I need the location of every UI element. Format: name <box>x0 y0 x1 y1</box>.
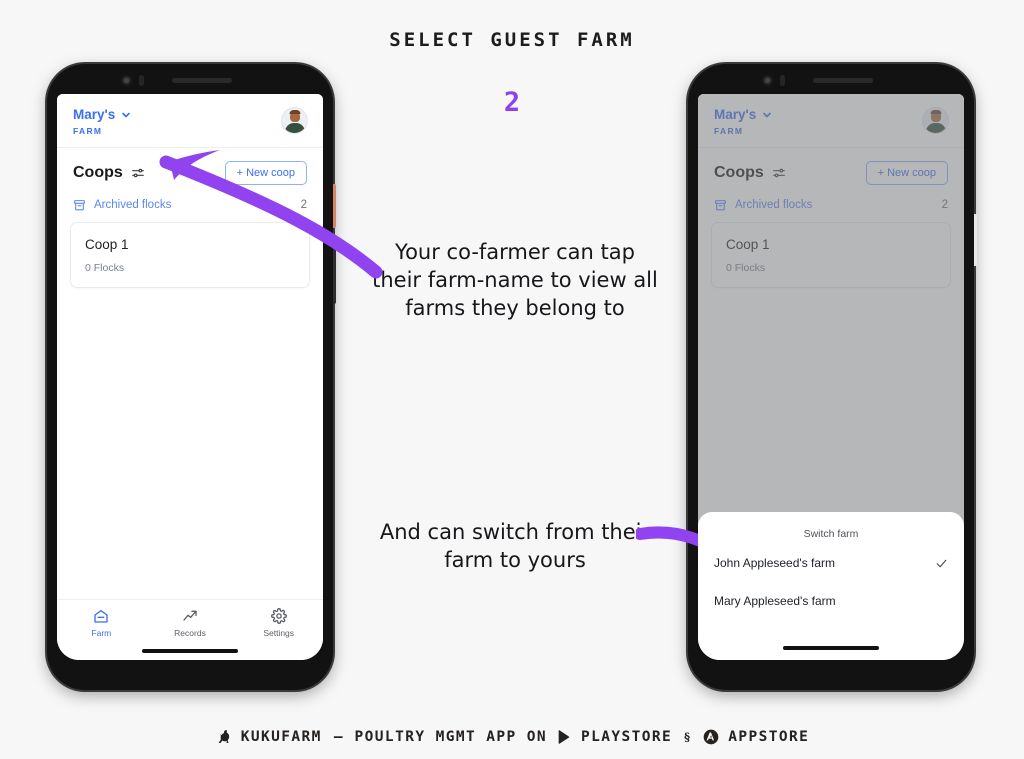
nav-item-records[interactable]: Records <box>146 608 235 638</box>
sheet-item-label: Mary Appleseed's farm <box>714 594 836 608</box>
volume-button[interactable] <box>333 236 336 304</box>
chicken-icon <box>218 730 229 743</box>
power-button[interactable] <box>974 214 977 266</box>
phone-bezel-top <box>47 64 333 94</box>
trending-up-icon <box>183 610 197 621</box>
switch-farm-sheet: Switch farm John Appleseed's farm Mary A… <box>698 512 964 660</box>
archived-flocks-count: 2 <box>300 199 307 212</box>
farm-subtitle-label: FARM <box>73 125 103 136</box>
nav-item-settings[interactable]: Settings <box>234 608 323 638</box>
chevron-down-icon <box>122 113 131 118</box>
front-camera-icon <box>121 75 132 86</box>
footer-appstore[interactable]: APPSTORE <box>728 729 809 745</box>
nav-label-records: Records <box>174 628 206 638</box>
list-item[interactable]: Coop 1 0 Flocks <box>70 221 310 288</box>
avatar-hair <box>289 110 300 114</box>
archived-flocks-label: Archived flocks <box>94 199 172 212</box>
nav-item-farm[interactable]: Farm <box>57 608 146 638</box>
nav-label-settings: Settings <box>263 628 295 638</box>
phone-mockup-left: Mary's FARM Coops + New coop Archived fl… <box>47 64 336 690</box>
sheet-item-mary[interactable]: Mary Appleseed's farm <box>698 582 964 620</box>
footer-brand: KUKUFARM <box>240 728 322 745</box>
phone-bezel-top <box>688 64 974 94</box>
front-camera-icon <box>762 75 773 86</box>
sheet-item-john[interactable]: John Appleseed's farm <box>698 544 964 582</box>
annotation-text-1: Your co-farmer can tap their farm-name t… <box>372 240 658 321</box>
sheet-item-label: John Appleseed's farm <box>714 556 836 570</box>
power-button[interactable] <box>333 184 336 228</box>
app-store-icon[interactable] <box>703 729 719 745</box>
footer-dash: — <box>333 728 343 745</box>
footer-tagline: POULTRY MGMT APP ON <box>354 728 548 745</box>
coops-title: Coops <box>73 163 123 181</box>
phone-screen-left: Mary's FARM Coops + New coop Archived fl… <box>57 94 323 660</box>
earpiece-speaker-icon <box>172 78 232 83</box>
coop-name: Coop 1 <box>85 236 129 252</box>
phone-screen-right: Mary's FARM Coops + New coop <box>698 94 964 660</box>
sheet-title: Switch farm <box>803 528 859 540</box>
coop-flock-count: 0 Flocks <box>85 261 125 274</box>
coop-list: Coop 1 0 Flocks <box>57 221 323 288</box>
check-icon <box>936 559 947 567</box>
coops-section-header: Coops + New coop <box>57 148 323 193</box>
archived-flocks-row[interactable]: Archived flocks 2 <box>57 193 323 222</box>
avatar-body <box>284 123 305 133</box>
avatar[interactable] <box>282 108 307 133</box>
tune-sliders-icon[interactable] <box>131 166 145 180</box>
svg-text:§: § <box>684 729 691 743</box>
annotation-text-2: And can switch from their farm to yours <box>379 520 651 573</box>
bottom-navigation: Farm Records Settings <box>57 599 323 642</box>
google-play-icon[interactable] <box>556 729 572 745</box>
home-indicator <box>698 642 964 660</box>
archive-box-icon <box>74 199 85 211</box>
footer: KUKUFARM — POULTRY MGMT APP ON PLAYSTORE… <box>0 728 1024 745</box>
nav-label-farm: Farm <box>91 628 112 638</box>
app-ui-left: Mary's FARM Coops + New coop Archived fl… <box>57 94 323 660</box>
new-coop-button[interactable]: + New coop <box>224 160 307 185</box>
footer-playstore[interactable]: PLAYSTORE <box>581 729 672 745</box>
farm-switcher-button[interactable]: Mary's FARM <box>73 107 132 136</box>
earpiece-speaker-icon <box>813 78 873 83</box>
section-sign-icon: § <box>684 729 691 743</box>
app-header: Mary's FARM <box>57 94 323 147</box>
gear-icon <box>270 608 287 624</box>
phone-mockup-right: Mary's FARM Coops + New coop <box>688 64 977 690</box>
farm-name-label: Mary's <box>73 107 116 122</box>
home-indicator <box>57 642 323 660</box>
proximity-sensor-icon <box>780 75 785 86</box>
home-farm-icon <box>94 610 108 623</box>
proximity-sensor-icon <box>139 75 144 86</box>
page-title: SELECT GUEST FARM <box>389 29 635 51</box>
